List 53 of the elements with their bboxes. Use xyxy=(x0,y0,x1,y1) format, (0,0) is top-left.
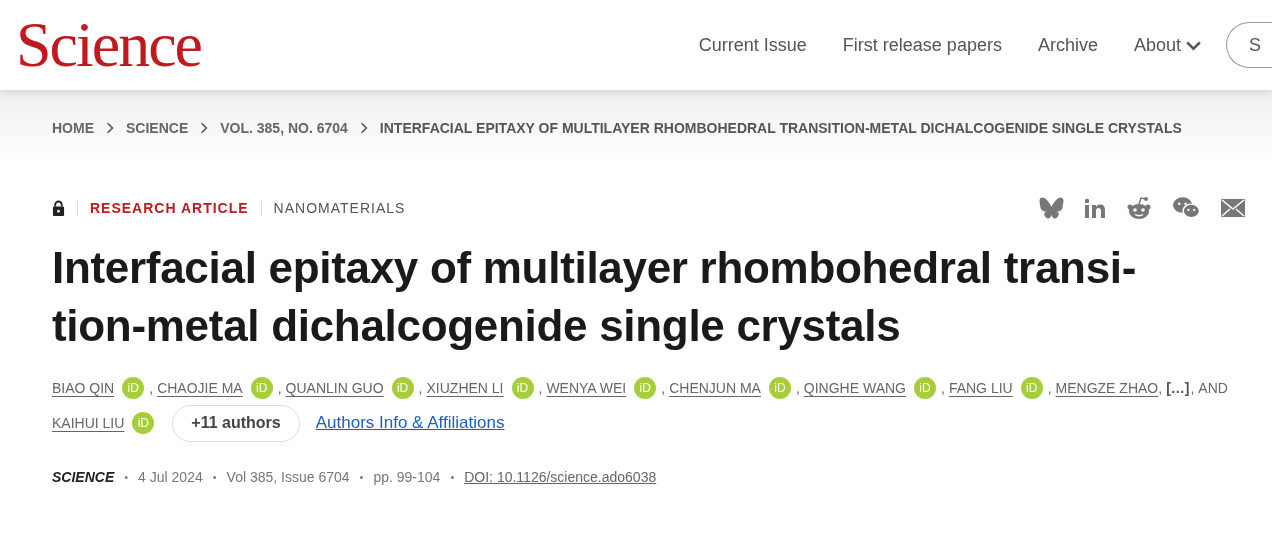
expand-authors-link[interactable]: […] xyxy=(1166,380,1190,396)
separator-comma: , xyxy=(795,380,800,396)
nav-link[interactable]: Archive xyxy=(1037,34,1098,56)
chevron-right-icon xyxy=(200,122,209,134)
separator-comma: , xyxy=(941,380,945,396)
conjunction-text: AND xyxy=(1198,380,1228,396)
breadcrumb-link[interactable]: SCIENCE xyxy=(126,120,189,136)
separator-comma: , xyxy=(1047,380,1052,396)
separator-comma: , xyxy=(538,380,543,396)
chevron-right-icon xyxy=(106,122,114,134)
site-logo[interactable]: Science xyxy=(16,13,201,77)
butterfly-icon[interactable] xyxy=(1039,197,1064,219)
more-authors-button[interactable]: +11 authors xyxy=(172,404,300,442)
email-icon[interactable] xyxy=(1221,199,1245,217)
author-link[interactable]: WENYA WEI xyxy=(546,380,627,396)
author-link[interactable]: BIAO QIN xyxy=(52,380,115,396)
breadcrumb-link[interactable]: VOL. 385, NO. 6704 xyxy=(220,120,348,136)
separator-comma: , xyxy=(661,380,666,396)
doi-link[interactable]: DOI: 10.1126/science.ado6038 xyxy=(464,469,657,485)
bullet-separator: • xyxy=(124,471,129,483)
journal-name: SCIENCE xyxy=(52,469,115,485)
chevron-right-icon xyxy=(359,122,368,134)
bullet-separator: • xyxy=(450,471,455,483)
separator-comma: , xyxy=(418,380,423,396)
bullet-separator: • xyxy=(212,471,217,483)
author-link[interactable]: CHAOJIE MA xyxy=(157,380,243,396)
reddit-icon[interactable] xyxy=(1126,196,1152,220)
meta-text: 4 Jul 2024 xyxy=(138,469,203,485)
meta-text: Vol 385, Issue 6704 xyxy=(226,469,350,485)
linkedin-icon[interactable] xyxy=(1084,198,1106,218)
nav-link[interactable]: About xyxy=(1133,34,1181,56)
separator-comma: , xyxy=(277,380,282,396)
article-title: Interfacial epitaxy of multilayer rhombohedral transi- tion-metal dichalcogenide single crystals xyxy=(52,242,1138,352)
breadcrumb-link[interactable]: INTERFACIAL EPITAXY OF MULTILAYER RHOMBOHEDRAL TRANSITION-METAL DICHALCOGENIDE SINGLE CRYSTALS xyxy=(379,120,1182,136)
author-link[interactable]: CHENJUN MA xyxy=(669,380,761,396)
nav-link[interactable]: Current Issue xyxy=(698,34,807,56)
nav-link[interactable]: First release papers xyxy=(842,34,1002,56)
separator-comma: , xyxy=(149,380,154,396)
author-link[interactable]: KAIHUI LIU xyxy=(52,415,125,431)
author-link[interactable]: XIUZHEN LI xyxy=(426,380,504,396)
subject-label[interactable]: NANOMATERIALS xyxy=(273,200,406,216)
author-link[interactable]: QUANLIN GUO xyxy=(285,380,384,396)
separator-comma: , xyxy=(1190,380,1195,396)
breadcrumb-link[interactable]: HOME xyxy=(52,120,94,136)
article-type[interactable]: RESEARCH ARTICLE xyxy=(90,200,249,216)
separator-comma: , xyxy=(1158,380,1163,396)
affiliations-link[interactable]: Authors Info & Affiliations xyxy=(315,413,505,433)
meta-text: pp. 99-104 xyxy=(373,469,441,485)
author-link[interactable]: QINGHE WANG xyxy=(803,380,906,396)
bullet-separator: • xyxy=(359,471,364,483)
author-link[interactable]: MENGZE ZHAO xyxy=(1055,380,1159,396)
chat-bubbles-icon[interactable] xyxy=(1172,196,1201,220)
author-link[interactable]: FANG LIU xyxy=(948,380,1013,396)
